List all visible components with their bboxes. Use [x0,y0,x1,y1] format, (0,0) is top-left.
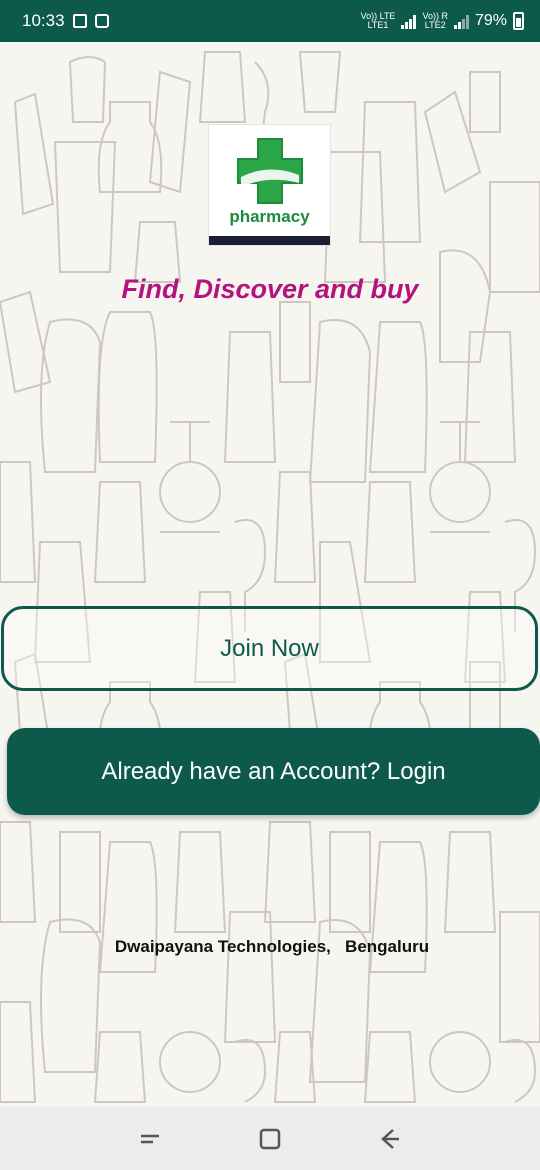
join-now-button[interactable]: Join Now [1,606,538,691]
login-button[interactable]: Already have an Account? Login [7,728,540,815]
status-bar: 10:33 Vo)) LTE LTE1 Vo)) R LTE2 79% [0,0,540,42]
logo-text: pharmacy [229,207,310,226]
network-1-label: Vo)) LTE LTE1 [360,11,396,30]
join-now-label: Join Now [220,634,319,662]
tagline: Find, Discover and buy [121,274,419,304]
app-logo: pharmacy [208,124,331,246]
recent-apps-icon[interactable] [130,1119,170,1159]
home-icon[interactable] [250,1119,290,1159]
pharmacy-cross-icon [237,138,303,204]
notification-icon [72,14,87,28]
network-2-label: Vo)) R LTE2 [422,11,448,30]
battery-percent: 79% [474,12,507,29]
status-time: 10:33 [22,11,65,30]
login-label: Already have an Account? Login [101,757,446,785]
wifi-hotspot-icon [94,14,109,28]
system-nav-bar [0,1107,540,1170]
battery-icon [513,12,524,30]
signal-2-icon [453,13,469,29]
company-footer: Dwaipayana Technologies, Bengaluru [114,937,430,956]
signal-1-icon [401,13,417,29]
back-icon[interactable] [370,1119,410,1159]
logo-strip [209,236,330,245]
